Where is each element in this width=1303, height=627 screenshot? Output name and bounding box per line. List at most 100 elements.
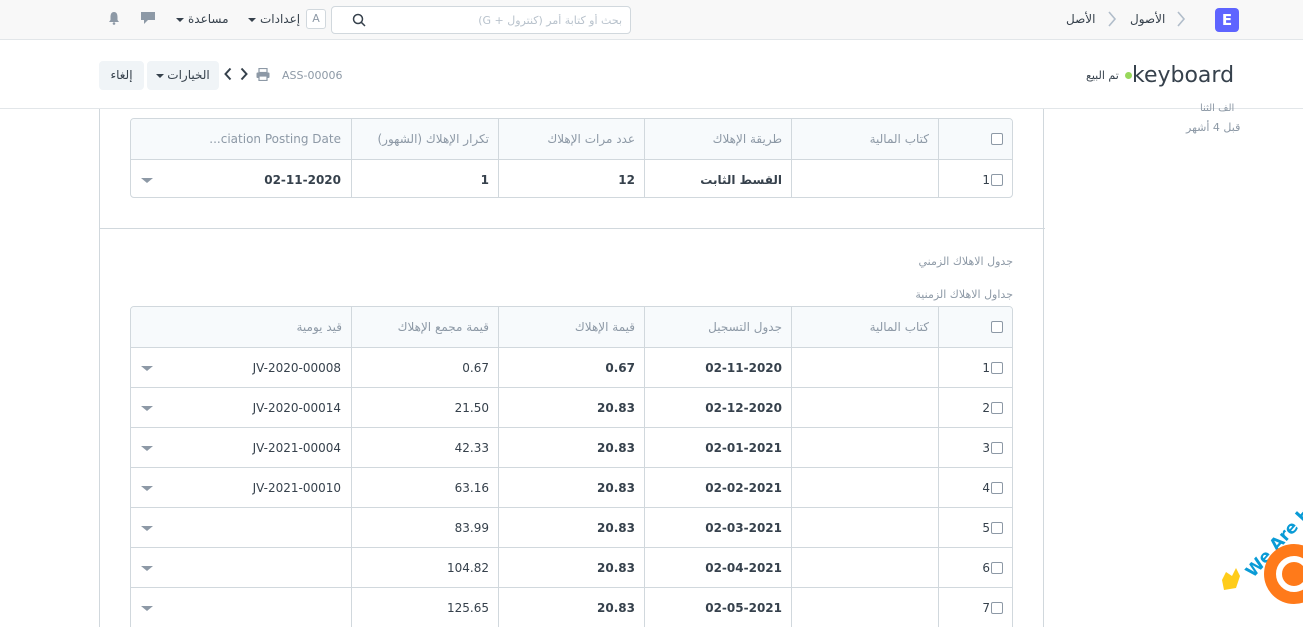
app-logo[interactable]: E: [1215, 8, 1239, 32]
posting-date-value: 02-11-2020: [264, 173, 341, 187]
finance-book-value[interactable]: [791, 160, 938, 197]
help-dropdown[interactable]: مساعدة: [176, 12, 229, 26]
schedule-date-value[interactable]: 02-11-2020: [644, 348, 791, 388]
row-edit-caret-icon[interactable]: [141, 406, 153, 411]
sidebar-cut-text: آلف الثنا: [1200, 103, 1235, 114]
row-index: 1: [982, 361, 990, 375]
chat-icon[interactable]: [140, 11, 156, 28]
select-all-checkbox[interactable]: [991, 321, 1003, 333]
table-row[interactable]: 125.65 20.83 02-05-2021 7: [131, 587, 1012, 627]
accumulated-value[interactable]: 0.67: [351, 348, 498, 388]
row-checkbox[interactable]: [991, 402, 1003, 414]
finance-books-table: ...ciation Posting Date تكرار الإهلاك (ا…: [130, 118, 1013, 198]
amount-value[interactable]: 20.83: [498, 588, 644, 627]
schedule-date-value[interactable]: 02-01-2021: [644, 428, 791, 468]
accumulated-value[interactable]: 125.65: [351, 588, 498, 627]
row-edit-caret-icon[interactable]: [141, 526, 153, 531]
finance-book-value[interactable]: [791, 348, 938, 388]
row-edit-caret-icon[interactable]: [141, 178, 153, 183]
select-all-checkbox[interactable]: [991, 133, 1003, 145]
row-edit-caret-icon[interactable]: [141, 566, 153, 571]
caret-down-icon: [156, 73, 165, 78]
table-row[interactable]: 02-11-2020 1 12 القسط الثابت 1: [131, 159, 1012, 197]
bell-icon[interactable]: [108, 11, 120, 28]
table-header: ...ciation Posting Date تكرار الإهلاك (ا…: [131, 119, 1012, 159]
accumulated-value[interactable]: 104.82: [351, 548, 498, 588]
row-index: 5: [982, 521, 990, 535]
finance-book-value[interactable]: [791, 548, 938, 588]
col-header-finance-book: كتاب المالية: [791, 119, 938, 159]
table-row[interactable]: JV-2021-00004 42.33 20.83 02-01-2021 3: [131, 427, 1012, 468]
schedule-date-value[interactable]: 02-04-2021: [644, 548, 791, 588]
amount-value[interactable]: 20.83: [498, 548, 644, 588]
navbar: E الأصول الأصل A إعدادات مساعدة: [0, 0, 1303, 40]
col-header-method: طريقة الإهلاك: [644, 119, 791, 159]
breadcrumb-asset[interactable]: الأصل: [1066, 12, 1095, 26]
cancel-button[interactable]: إلغاء: [99, 61, 144, 90]
col-header-frequency: تكرار الإهلاك (الشهور): [351, 119, 498, 159]
row-checkbox[interactable]: [991, 362, 1003, 374]
col-header-journal: قيد يومية: [296, 320, 343, 334]
accumulated-value[interactable]: 21.50: [351, 388, 498, 428]
schedule-date-value[interactable]: 02-05-2021: [644, 588, 791, 627]
row-index: 3: [982, 441, 990, 455]
row-checkbox[interactable]: [991, 602, 1003, 614]
status-indicator-dot: [1125, 72, 1132, 79]
accumulated-value[interactable]: 83.99: [351, 508, 498, 548]
caret-down-icon: [248, 17, 256, 22]
row-checkbox[interactable]: [991, 442, 1003, 454]
row-edit-caret-icon[interactable]: [141, 486, 153, 491]
finance-book-value[interactable]: [791, 588, 938, 627]
schedule-date-value[interactable]: 02-03-2021: [644, 508, 791, 548]
row-edit-caret-icon[interactable]: [141, 366, 153, 371]
next-doc-icon[interactable]: [240, 67, 248, 84]
amount-value[interactable]: 20.83: [498, 468, 644, 508]
document-name: ASS-00006: [282, 69, 343, 82]
count-value[interactable]: 12: [498, 160, 644, 197]
row-checkbox[interactable]: [991, 562, 1003, 574]
finance-book-value[interactable]: [791, 508, 938, 548]
finance-book-value[interactable]: [791, 428, 938, 468]
row-checkbox[interactable]: [991, 482, 1003, 494]
frequency-value[interactable]: 1: [351, 160, 498, 197]
row-index: 6: [982, 561, 990, 575]
status-badge: تم البيع: [1086, 69, 1119, 82]
amount-value[interactable]: 20.83: [498, 388, 644, 428]
row-checkbox[interactable]: [991, 522, 1003, 534]
table-row[interactable]: 83.99 20.83 02-03-2021 5: [131, 507, 1012, 548]
options-button[interactable]: الخيارات: [147, 61, 219, 90]
finance-book-value[interactable]: [791, 468, 938, 508]
section-title: جدول الاهلاك الزمني: [918, 255, 1014, 268]
breadcrumb-assets[interactable]: الأصول: [1130, 12, 1165, 26]
help-label: مساعدة: [188, 12, 229, 26]
chevron-right-icon: [1107, 10, 1117, 28]
journal-entry-value: JV-2020-00014: [252, 401, 341, 415]
finance-book-value[interactable]: [791, 388, 938, 428]
accumulated-value[interactable]: 42.33: [351, 428, 498, 468]
search-input[interactable]: [368, 11, 622, 29]
table-row[interactable]: JV-2020-00014 21.50 20.83 02-12-2020 2: [131, 387, 1012, 428]
print-icon[interactable]: [256, 67, 270, 84]
table-row[interactable]: JV-2020-00008 0.67 0.67 02-11-2020 1: [131, 347, 1012, 388]
accumulated-value[interactable]: 63.16: [351, 468, 498, 508]
table-row[interactable]: JV-2021-00010 63.16 20.83 02-02-2021 4: [131, 467, 1012, 508]
method-value[interactable]: القسط الثابت: [644, 160, 791, 197]
schedule-date-value[interactable]: 02-02-2021: [644, 468, 791, 508]
table-row[interactable]: 104.82 20.83 02-04-2021 6: [131, 547, 1012, 588]
prev-doc-icon[interactable]: [224, 67, 232, 84]
user-avatar[interactable]: A: [306, 9, 326, 29]
amount-value[interactable]: 20.83: [498, 428, 644, 468]
row-edit-caret-icon[interactable]: [141, 606, 153, 611]
chat-widget[interactable]: We Are H: [1214, 502, 1303, 627]
caret-down-icon: [176, 17, 184, 22]
settings-dropdown[interactable]: إعدادات: [248, 12, 300, 26]
schedule-date-value[interactable]: 02-12-2020: [644, 388, 791, 428]
amount-value[interactable]: 20.83: [498, 508, 644, 548]
search-bar[interactable]: [331, 6, 631, 34]
amount-value[interactable]: 0.67: [498, 348, 644, 388]
row-edit-caret-icon[interactable]: [141, 446, 153, 451]
table-label: جداول الاهلاك الزمنية: [915, 288, 1013, 301]
settings-label: إعدادات: [260, 12, 301, 26]
row-checkbox[interactable]: [991, 174, 1003, 186]
col-header-schedule-date: جدول التسجيل: [644, 307, 791, 347]
